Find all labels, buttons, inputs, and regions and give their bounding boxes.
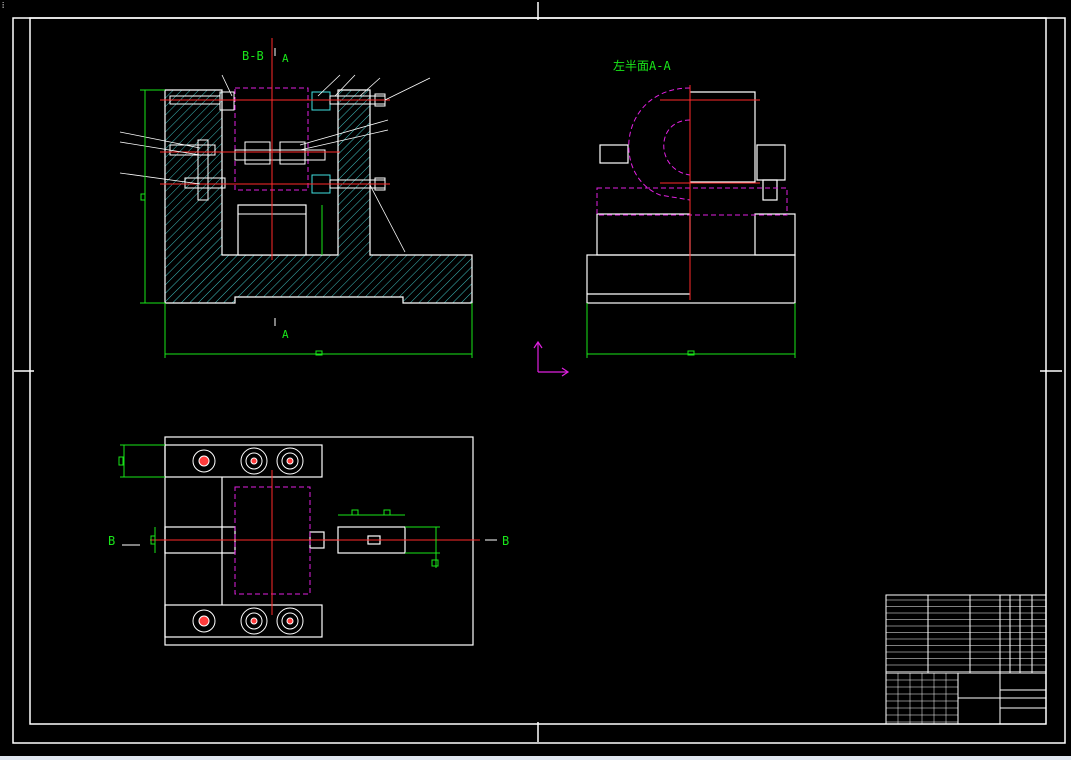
section-bb-label: B-B xyxy=(242,49,264,63)
bottom-status-strip xyxy=(0,756,1071,760)
base-body-hatched xyxy=(164,89,473,304)
section-a-top-label: A xyxy=(282,52,289,65)
corner-mark: ⁞ xyxy=(2,1,4,10)
ucs-axis-icon xyxy=(533,340,570,377)
plan-view[interactable]: B B xyxy=(108,436,509,646)
section-a-bottom-label: A xyxy=(282,328,289,341)
drawing-canvas[interactable]: ⁞ B-B A A 左半面A-A B B xyxy=(0,0,1071,760)
front-section-view[interactable]: B-B A A xyxy=(119,38,473,358)
cut-b-left-label: B xyxy=(108,534,115,548)
left-half-view-label: 左半面A-A xyxy=(613,58,671,73)
side-section-view[interactable]: 左半面A-A xyxy=(586,58,796,358)
cut-b-right-label: B xyxy=(502,534,509,548)
title-block[interactable] xyxy=(885,594,1047,725)
